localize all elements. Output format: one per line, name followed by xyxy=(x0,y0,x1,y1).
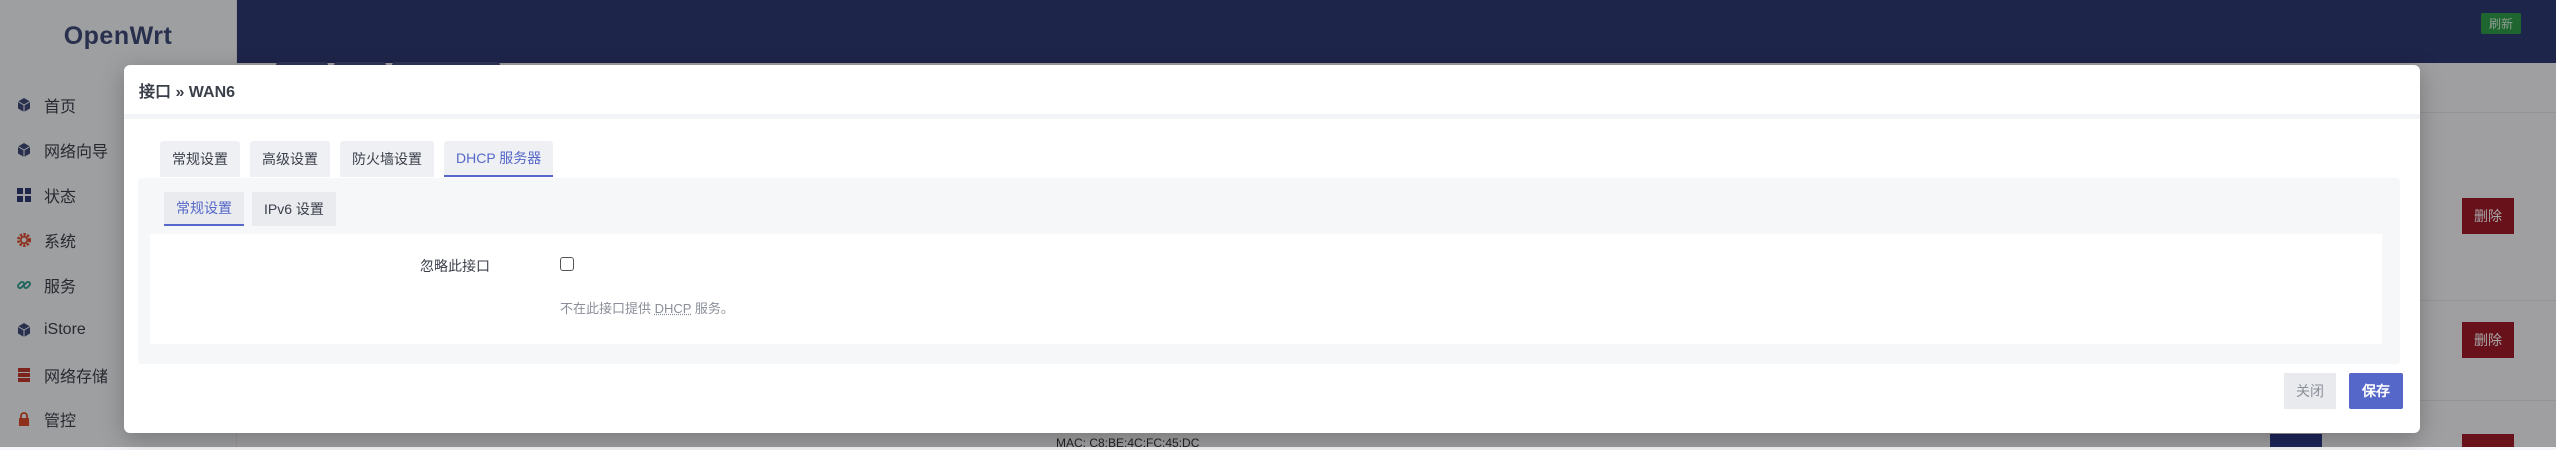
field-help-text: 不在此接口提供 DHCP 服务。 xyxy=(560,298,734,317)
modal-title: 接口 » WAN6 xyxy=(139,84,236,101)
modal-tabs: 常规设置 高级设置 防火墙设置 DHCP 服务器 xyxy=(160,141,563,177)
subtab-general[interactable]: 常规设置 xyxy=(164,192,244,226)
dhcp-panel: 常规设置 IPv6 设置 忽略此接口 不在此接口提供 DHCP 服务。 xyxy=(138,178,2400,364)
subtab-ipv6[interactable]: IPv6 设置 xyxy=(252,192,336,226)
ignore-interface-checkbox[interactable] xyxy=(560,257,574,271)
help-prefix: 不在此接口提供 xyxy=(560,301,655,316)
tab-advanced[interactable]: 高级设置 xyxy=(250,141,330,177)
close-button[interactable]: 关闭 xyxy=(2284,373,2336,409)
dhcp-subtabs: 常规设置 IPv6 设置 xyxy=(164,192,344,226)
form-section: 忽略此接口 不在此接口提供 DHCP 服务。 xyxy=(150,234,2382,344)
tab-general[interactable]: 常规设置 xyxy=(160,141,240,177)
modal-divider xyxy=(124,114,2420,119)
tab-firewall[interactable]: 防火墙设置 xyxy=(340,141,434,177)
interface-modal: 接口 » WAN6 常规设置 高级设置 防火墙设置 DHCP 服务器 常规设置 … xyxy=(124,65,2420,433)
help-suffix: 服务。 xyxy=(691,301,734,316)
help-abbr: DHCP xyxy=(654,301,692,316)
ignore-interface-label: 忽略此接口 xyxy=(420,258,490,274)
tab-dhcp-server[interactable]: DHCP 服务器 xyxy=(444,141,554,177)
save-button[interactable]: 保存 xyxy=(2349,373,2403,409)
